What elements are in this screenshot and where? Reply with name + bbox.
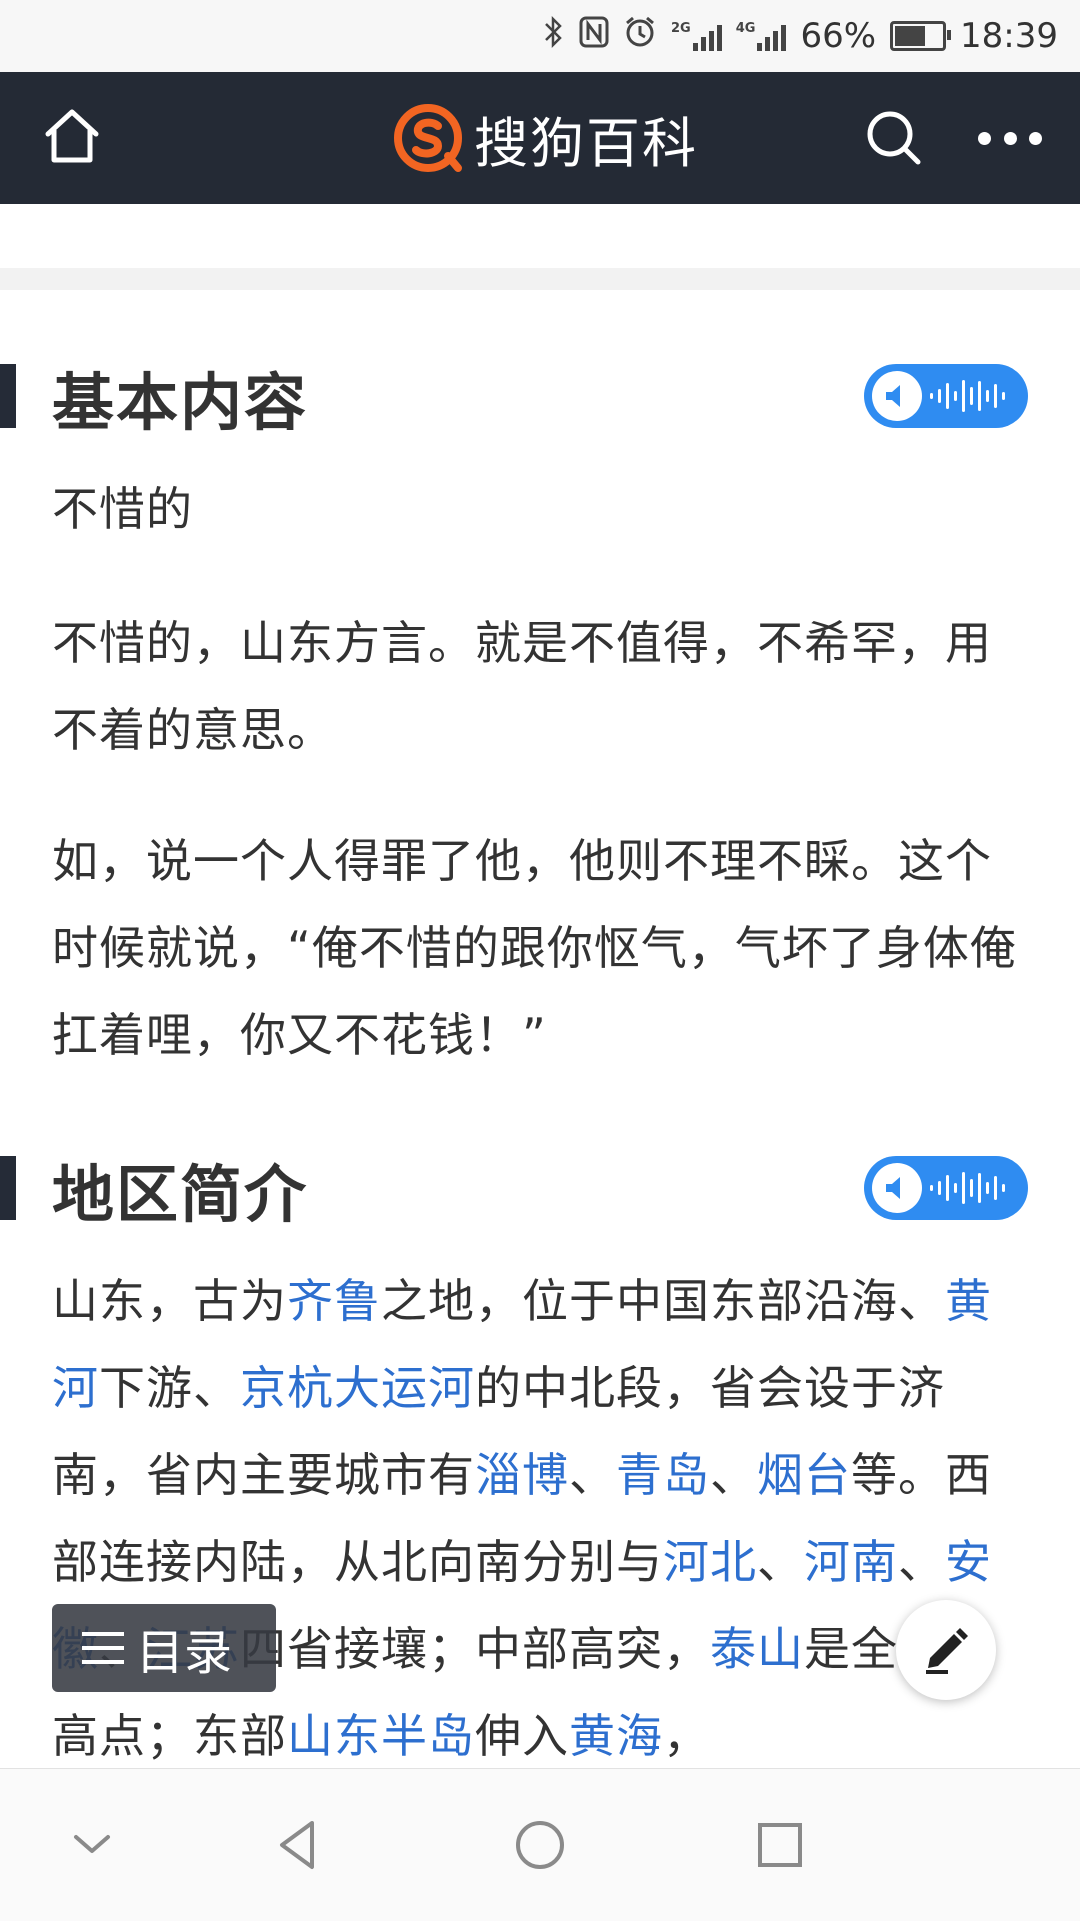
edit-button[interactable] <box>896 1600 996 1700</box>
text: 下游、 <box>99 1361 240 1415</box>
status-bar: 2G 4G 66% 18:39 <box>0 0 1080 72</box>
section-marker <box>0 1156 16 1220</box>
header-spacer <box>0 204 1080 269</box>
battery-icon <box>890 21 952 51</box>
chevron-down-icon[interactable] <box>64 1817 120 1873</box>
text: 、 <box>898 1535 945 1589</box>
audio-play-button[interactable] <box>864 1156 1028 1220</box>
clock: 18:39 <box>960 16 1058 56</box>
link-hebei[interactable]: 河北 <box>663 1535 757 1589</box>
link-yellow-sea[interactable]: 黄海 <box>569 1709 663 1763</box>
link-taishan[interactable]: 泰山 <box>710 1622 804 1676</box>
sogou-logo <box>394 104 462 172</box>
home-button[interactable] <box>40 104 104 168</box>
text: 之地，位于中国东部沿海、 <box>381 1274 945 1328</box>
text: 四省接壤；中部高突， <box>240 1622 710 1676</box>
brand-logo[interactable]: 搜狗百科 <box>392 102 698 175</box>
link-shandong-peninsula[interactable]: 山东半岛 <box>287 1709 475 1763</box>
paragraph: 如，说一个人得罪了他，他则不理不睬。这个时候就说，“俺不惜的跟你怄气，气坏了身体… <box>52 834 1017 1062</box>
text: 山东，古为 <box>52 1274 287 1328</box>
section-title-basic: 基本内容 <box>52 366 309 439</box>
paragraph: 不惜的，山东方言。就是不值得，不希罕，用不着的意思。 <box>52 616 992 757</box>
brand-name: 搜狗百科 <box>474 111 698 175</box>
toc-button[interactable]: 目录 <box>52 1604 276 1692</box>
text: 、 <box>710 1448 757 1502</box>
alarm-icon <box>623 15 657 57</box>
speaker-icon <box>872 1163 922 1213</box>
status-icons: 2G 4G 66% 18:39 <box>543 10 1058 62</box>
speaker-icon <box>872 371 922 421</box>
home-icon <box>45 109 99 163</box>
link-henan[interactable]: 河南 <box>804 1535 898 1589</box>
text: 、 <box>569 1448 616 1502</box>
link-qilu[interactable]: 齐鲁 <box>287 1274 381 1328</box>
signal-icon: 4G <box>736 21 787 51</box>
section-marker <box>0 364 16 428</box>
bluetooth-icon <box>543 15 565 57</box>
back-icon[interactable] <box>270 1817 326 1873</box>
waveform-icon <box>930 1168 1005 1208</box>
divider <box>0 268 1080 290</box>
menu-icon <box>82 1632 124 1664</box>
pencil-icon <box>926 1628 968 1674</box>
text: 伸入 <box>475 1709 569 1763</box>
more-icon <box>978 131 991 145</box>
toc-label: 目录 <box>136 1625 233 1681</box>
search-button[interactable] <box>862 106 926 170</box>
search-icon <box>867 111 921 165</box>
waveform-icon <box>930 376 1005 416</box>
link-zibo[interactable]: 淄博 <box>475 1448 569 1502</box>
app-header: 搜狗百科 <box>0 72 1080 204</box>
audio-play-button[interactable] <box>864 364 1028 428</box>
nfc-icon <box>579 15 609 57</box>
paragraph: 不惜的 <box>52 482 193 536</box>
signal-icon: 2G <box>671 21 722 51</box>
more-button[interactable] <box>978 114 1042 162</box>
text: ， <box>663 1709 710 1763</box>
link-yantai[interactable]: 烟台 <box>757 1448 851 1502</box>
text: 、 <box>757 1535 804 1589</box>
battery-percent: 66% <box>800 16 877 56</box>
system-nav-bar <box>0 1768 1080 1921</box>
link-qingdao[interactable]: 青岛 <box>616 1448 710 1502</box>
link-grand-canal[interactable]: 京杭大运河 <box>240 1361 475 1415</box>
home-circle-icon[interactable] <box>512 1817 568 1873</box>
recents-icon[interactable] <box>752 1817 808 1873</box>
section-title-region: 地区简介 <box>52 1158 309 1231</box>
